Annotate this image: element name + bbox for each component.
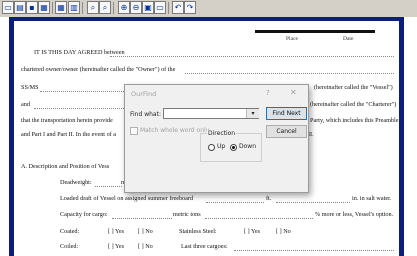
last-cargoes-label: Last three cargoes: [181,243,228,250]
zoom-out-icon[interactable]: ⊖ [130,1,142,14]
coiled-label: Coiled: [60,243,79,250]
toolbar-separator [82,2,83,14]
page-border-top [9,17,404,21]
fill-line [234,250,394,251]
match-whole-word-label: Match whole word only [140,127,210,134]
find-next-button[interactable]: Find Next [266,107,307,120]
direction-up-radio[interactable] [208,144,215,151]
insert-table-icon[interactable]: ▦ [55,1,67,14]
open-icon[interactable]: ▤ [14,1,26,14]
dialog-title: OurFind [131,90,157,98]
page-border-right [399,17,404,256]
new-doc-icon[interactable]: ▭ [2,1,14,14]
coated-yes-option[interactable]: [ ] Yes [108,228,124,235]
loaded-draft-label: Loaded draft of Vessel on assigned summe… [60,195,194,202]
fill-line [34,108,124,109]
stainless-steel-label: Stainless Steel: [179,228,217,235]
fit-page-icon[interactable]: ▣ [142,1,154,14]
columns-icon[interactable]: ▥ [68,1,80,14]
toolbar-separator [52,2,53,14]
preamble-line-6: and Part I and Part II. In the event of … [21,131,117,138]
save-icon[interactable]: ▪ [26,1,38,14]
fill-line [206,202,264,203]
find-dialog: OurFind ? ✕ Find what: ▾ Find Next Cance… [124,84,309,193]
preamble-line-1: IT IS THIS DAY AGREED between [34,49,125,56]
capacity-tail: % more or less, Vessel's option. [315,211,394,218]
comment-icon[interactable]: ▭ [154,1,166,14]
fill-line [185,73,394,74]
redo-icon[interactable]: ↷ [184,1,196,14]
find-icon[interactable]: ⌕ [87,1,99,14]
fill-line [110,56,394,57]
print-icon[interactable]: ▦ [38,1,50,14]
preamble-line-4: and [21,101,30,108]
direction-up-label: Up [217,143,226,150]
stainless-yes-option[interactable]: [ ] Yes [244,228,260,235]
page-border-left [9,17,14,256]
direction-label: Direction [207,130,237,137]
deadweight-label: Deadweight: [60,179,92,186]
capacity-label: Capacity for cargo: [60,211,108,218]
coiled-yes-option[interactable]: [ ] Yes [108,243,124,250]
preamble-line-5: that the transportation herein provide [21,117,113,124]
direction-down-label: Down [239,143,257,150]
find-what-label: Find what: [130,111,161,118]
capacity-metric-tons: metric tons [173,211,201,218]
header-place-label: Place [286,36,298,42]
coated-label: Coated: [60,228,80,235]
chevron-down-icon[interactable]: ▾ [246,109,259,118]
section-a-heading: A. Description and Position of Vess [21,163,110,170]
header-rule [255,30,375,33]
find-what-input[interactable] [163,108,259,119]
fill-line [112,218,172,219]
toolbar-separator [168,2,169,14]
preamble-line-4-tail: (hereinafter called the "Charterer") [310,101,397,108]
stainless-no-option[interactable]: [ ] No [276,228,291,235]
undo-icon[interactable]: ↶ [172,1,184,14]
replace-icon[interactable]: ⌕ [99,1,111,14]
preamble-line-5-tail: Party, which includes this Preamble [310,117,399,124]
direction-down-radio[interactable] [230,144,237,151]
coiled-no-option[interactable]: [ ] No [138,243,153,250]
coated-no-option[interactable]: [ ] No [138,228,153,235]
close-icon[interactable]: ✕ [290,88,297,97]
help-icon[interactable]: ? [266,89,270,97]
preamble-line-3: SS/MS [21,84,39,91]
cancel-button[interactable]: Cancel [266,125,307,138]
toolbar-separator [113,2,114,14]
preamble-line-3-tail: (hereinafter called the "Vessel") [314,84,393,91]
fill-line [276,202,350,203]
toolbar: ▭ ▤ ▪ ▦ ▦ ▥ ⌕ ⌕ ⊕ ⊖ ▣ ▭ ↶ ↷ [0,0,417,18]
loaded-draft-ft: ft. [266,195,272,202]
fill-line [205,218,313,219]
zoom-in-icon[interactable]: ⊕ [118,1,130,14]
loaded-draft-tail: in. in salt water. [352,195,392,202]
fill-line [40,91,124,92]
fill-line [95,186,122,187]
preamble-line-2: chartered owner/owner (hereinafter calle… [21,66,176,73]
match-whole-word-checkbox[interactable] [130,127,138,135]
header-date-label: Date [343,36,354,42]
